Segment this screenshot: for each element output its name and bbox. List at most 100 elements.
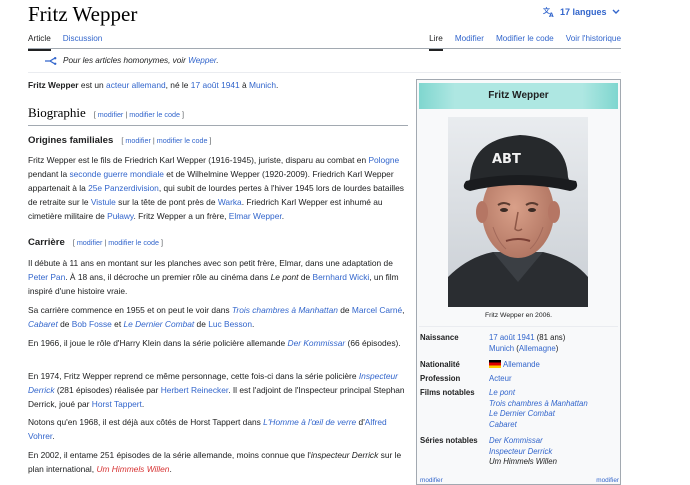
- paragraph-carriere-1: Il débute à 11 ans en montant sur les pl…: [28, 256, 408, 298]
- subsection-title: Carrière: [28, 237, 65, 248]
- section-edit-links: [ modifier | modifier le code ]: [73, 238, 163, 247]
- inline-link[interactable]: Bob Fosse: [72, 319, 112, 329]
- paragraph-text: En 2002, il entame 251 épisodes de la sé…: [28, 450, 311, 460]
- paragraph-text: de: [194, 319, 209, 329]
- tabs-divider: [28, 48, 621, 49]
- inline-link[interactable]: Elmar Wepper: [229, 211, 282, 221]
- inline-link[interactable]: Pologne: [368, 155, 399, 165]
- inline-link[interactable]: Munich: [249, 80, 276, 90]
- birth-city-link[interactable]: Munich: [489, 344, 514, 353]
- inline-link[interactable]: L'Homme à l'œil de verre: [263, 417, 356, 427]
- portrait-photo[interactable]: ABT: [448, 117, 588, 307]
- paragraph-carriere-6: En 2002, il entame 251 épisodes de la sé…: [28, 448, 408, 476]
- cap-logo-text: ABT: [492, 152, 521, 167]
- film-link[interactable]: Le Dernier Combat: [489, 409, 555, 418]
- edit-section-link[interactable]: modifier: [77, 238, 103, 247]
- inline-link[interactable]: Vistule: [91, 197, 116, 207]
- edit-section-link[interactable]: modifier: [98, 110, 124, 119]
- film-link[interactable]: Le pont: [489, 388, 515, 397]
- inline-link[interactable]: Trois chambres à Manhattan: [232, 305, 338, 315]
- italic-text: inspecteur Derrick: [310, 450, 379, 460]
- row-label: Profession: [420, 374, 461, 383]
- paragraph-text: .: [169, 464, 172, 474]
- paragraph-text: Sa carrière commence en 1955 et on peut …: [28, 305, 232, 315]
- section-heading-carriere: Carrière [ modifier | modifier le code ]: [28, 237, 163, 248]
- birth-date-link[interactable]: 17 août 1941: [489, 333, 535, 342]
- language-selector[interactable]: 文 A 17 langues: [543, 6, 620, 17]
- subsection-title: Origines familiales: [28, 135, 114, 146]
- red-link[interactable]: Um Himmels Willen: [96, 464, 169, 474]
- infobox-edit-link[interactable]: modifier: [596, 477, 619, 484]
- birth-country-link[interactable]: Allemagne: [519, 344, 556, 353]
- paragraph-text: (66 épisodes).: [345, 338, 401, 348]
- paragraph-text: de: [57, 319, 72, 329]
- infobox-edit-link[interactable]: modifier: [420, 477, 443, 484]
- paragraph-text: sur la tête de pont près de: [115, 197, 218, 207]
- nationality-link[interactable]: Allemande: [503, 360, 540, 369]
- paragraph-text: .: [52, 431, 55, 441]
- paragraph-text: à: [239, 80, 250, 90]
- photo-caption: Fritz Wepper en 2006.: [484, 312, 553, 319]
- edit-section-link[interactable]: modifier: [125, 136, 151, 145]
- infobox-title: Fritz Wepper: [419, 83, 618, 109]
- profession-link[interactable]: Acteur: [489, 374, 512, 383]
- paragraph-text: , né le: [165, 80, 191, 90]
- section-title: Biographie: [28, 105, 86, 120]
- hatnote-link-wepper[interactable]: Wepper: [188, 56, 216, 65]
- film-link[interactable]: Trois chambres à Manhattan: [489, 399, 588, 408]
- infobox-row-series: Séries notables Der Kommissar Inspecteur…: [420, 436, 620, 468]
- paragraph-text: Notons qu'en 1968, il est déjà aux côtés…: [28, 417, 264, 427]
- edit-code-section-link[interactable]: modifier le code: [157, 136, 208, 145]
- series-text: Um Himmels Willen: [489, 457, 557, 466]
- series-link[interactable]: Inspecteur Derrick: [489, 447, 552, 456]
- language-count: 17 langues: [560, 6, 607, 17]
- row-value: Der Kommissar Inspecteur Derrick Um Himm…: [489, 436, 617, 468]
- inline-link[interactable]: Puławy: [107, 211, 133, 221]
- paragraph-text: Fritz Wepper est le fils de Friedrich Ka…: [28, 155, 369, 165]
- inline-link[interactable]: acteur allemand: [106, 80, 166, 90]
- hatnote-end: .: [216, 56, 219, 65]
- inline-link[interactable]: seconde guerre mondiale: [69, 169, 164, 179]
- inline-link[interactable]: Marcel Carné: [352, 305, 402, 315]
- row-value: 17 août 1941 (81 ans) Munich (Allemagne): [489, 333, 617, 354]
- edit-code-section-link[interactable]: modifier le code: [108, 238, 159, 247]
- lead-paragraph: Fritz Wepper est un acteur allemand, né …: [28, 80, 408, 90]
- edit-code-section-link[interactable]: modifier le code: [129, 110, 180, 119]
- infobox-row-naissance: Naissance 17 août 1941 (81 ans) Munich (…: [420, 333, 620, 354]
- inline-link[interactable]: Der Kommissar: [288, 338, 346, 348]
- paragraph-text: et: [111, 319, 124, 329]
- paragraph-text: . À 18 ans, il décroche un premier rôle …: [65, 272, 271, 282]
- paragraph-carriere-4: En 1974, Fritz Wepper reprend ce même pe…: [28, 369, 408, 411]
- paragraph-carriere-2: Sa carrière commence en 1955 et on peut …: [28, 303, 408, 331]
- paragraph-text: .: [281, 211, 285, 221]
- paragraph-text: .: [141, 399, 145, 409]
- film-link[interactable]: Cabaret: [489, 420, 517, 429]
- inline-link[interactable]: Le Dernier Combat: [123, 319, 194, 329]
- paragraph-text: de: [298, 272, 313, 282]
- row-label: Naissance: [420, 333, 459, 342]
- series-link[interactable]: Der Kommissar: [489, 436, 543, 445]
- inline-link[interactable]: Luc Besson: [208, 319, 252, 329]
- row-value: Acteur: [489, 374, 617, 385]
- paragraph-text: (281 épisodes) réalisée par: [54, 385, 161, 395]
- edit-bracket: ]: [179, 110, 184, 119]
- inline-link[interactable]: Warka: [218, 197, 242, 207]
- inline-link[interactable]: Peter Pan: [28, 272, 65, 282]
- infobox-row-nationalite: Nationalité Allemande: [420, 360, 620, 371]
- inline-link[interactable]: 17 août 1941: [191, 80, 240, 90]
- inline-link[interactable]: 25e Panzerdivision: [88, 183, 159, 193]
- paragraph-text: est un: [78, 80, 107, 90]
- edit-bracket: ]: [207, 136, 212, 145]
- infobox-footer: modifier modifier: [420, 477, 619, 484]
- section-heading-origines: Origines familiales [ modifier | modifie…: [28, 135, 212, 146]
- inline-link[interactable]: Cabaret: [28, 319, 58, 329]
- germany-flag-icon: [489, 360, 501, 368]
- paren: ): [555, 343, 559, 353]
- infobox-row-profession: Profession Acteur: [420, 374, 620, 385]
- inline-link[interactable]: Bernhard Wicki: [313, 272, 370, 282]
- inline-link[interactable]: Herbert Reinecker: [161, 385, 229, 395]
- hatnote-text: Pour les articles homonymes, voir: [63, 56, 189, 65]
- hatnote-divider: [28, 72, 621, 73]
- inline-link[interactable]: Horst Tappert: [92, 399, 142, 409]
- section-divider: [28, 125, 408, 126]
